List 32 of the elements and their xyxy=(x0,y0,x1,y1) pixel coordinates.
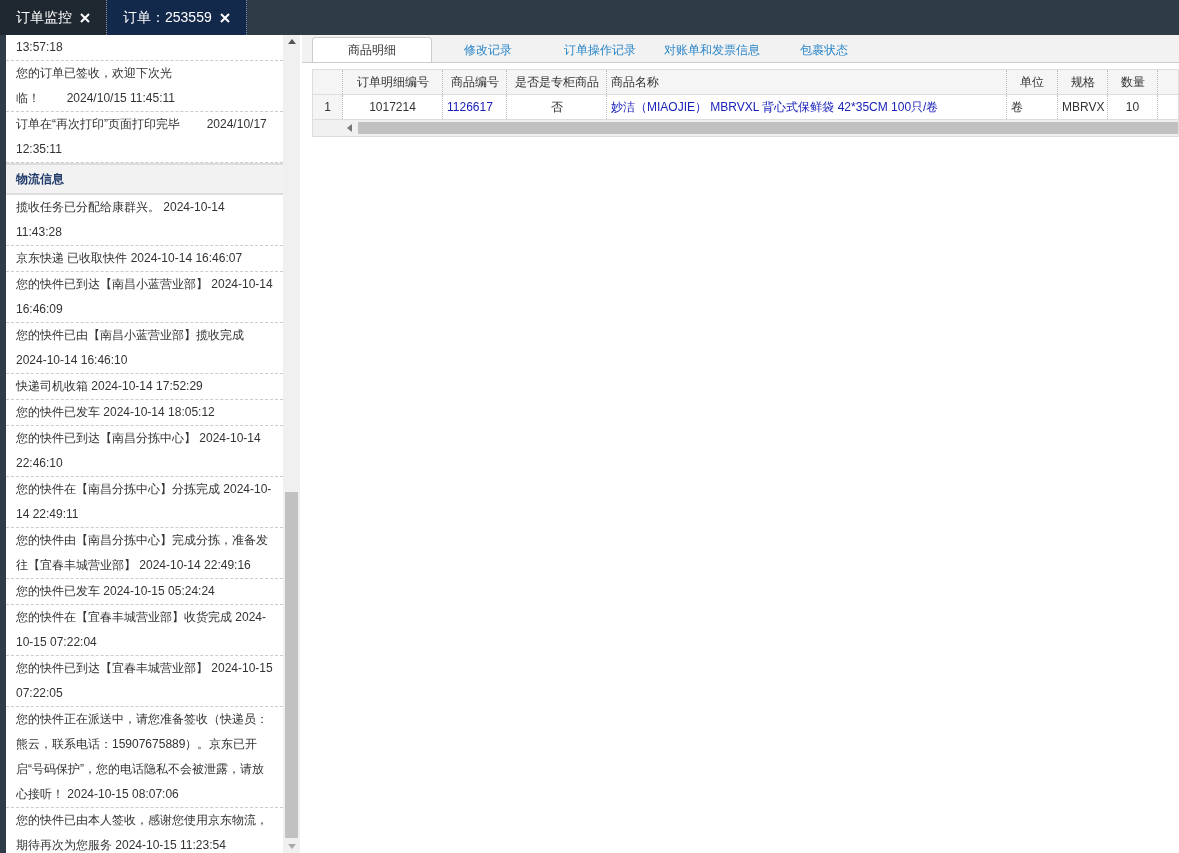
scroll-thumb[interactable] xyxy=(358,122,1178,134)
column-header: 商品编号 xyxy=(443,70,507,94)
tab-label: 订单：253559 xyxy=(123,8,212,27)
tab-label: 订单监控 xyxy=(16,8,72,27)
column-header: 数量 xyxy=(1108,70,1158,94)
detail-tab[interactable]: 订单操作记录 xyxy=(544,37,656,62)
table-cell: MBRVX xyxy=(1058,95,1108,119)
column-header: 规格 xyxy=(1058,70,1108,94)
detail-tab[interactable]: 商品明细 xyxy=(312,37,432,62)
row-number: 1 xyxy=(313,95,343,119)
table-cell[interactable]: 妙洁（MIAOJIE） MBRVXL 背心式保鲜袋 42*35CM 100只/卷 xyxy=(607,95,1007,119)
column-header: 订单明细编号 xyxy=(343,70,443,94)
close-icon[interactable] xyxy=(80,12,90,23)
table-cell: 1017214 xyxy=(343,95,443,119)
up-arrow-icon[interactable] xyxy=(287,39,296,44)
page-tab[interactable]: 订单：253559 xyxy=(107,0,247,35)
section-header: 物流信息 xyxy=(6,163,283,195)
column-header: 单位 xyxy=(1007,70,1058,94)
detail-tab[interactable]: 修改记录 xyxy=(432,37,544,62)
close-icon[interactable] xyxy=(219,12,230,23)
column-header: 是否是专柜商品 xyxy=(507,70,607,94)
left-arrow-icon[interactable] xyxy=(347,124,352,132)
detail-tab[interactable]: 包裹状态 xyxy=(768,37,880,62)
page-tab[interactable]: 订单监控 xyxy=(0,0,107,35)
down-arrow-icon[interactable] xyxy=(287,844,296,849)
table-cell[interactable]: 1126617 xyxy=(443,95,507,119)
table-cell: 否 xyxy=(507,95,607,119)
table-cell: 10 xyxy=(1108,95,1158,119)
table-cell: 卷 xyxy=(1007,95,1058,119)
column-header: 商品名称 xyxy=(607,70,1007,94)
scroll-thumb[interactable] xyxy=(285,492,298,838)
detail-tab[interactable]: 对账单和发票信息 xyxy=(656,37,768,62)
